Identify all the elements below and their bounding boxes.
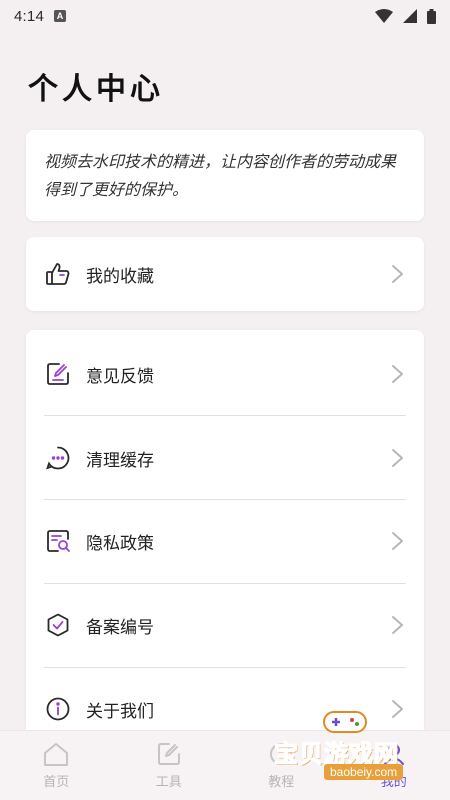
tab-tools[interactable]: 工具 <box>113 731 226 800</box>
menu-item-label: 备案编号 <box>86 617 154 638</box>
chevron-right-icon <box>392 616 403 634</box>
watermark-url: baobeiy.com <box>324 764 404 780</box>
favorites-card: 我的收藏 <box>26 237 424 311</box>
menu-item-label: 隐私政策 <box>86 533 154 554</box>
edit-icon <box>157 743 180 765</box>
menu-row-feedback[interactable]: 意见反馈 <box>26 334 424 414</box>
thumbs-up-icon <box>44 260 72 288</box>
intro-text: 视频去水印技术的精进，让内容创作者的劳动成果得到了更好的保护。 <box>44 152 397 199</box>
page-title: 个人中心 <box>28 72 164 107</box>
battery-icon <box>427 8 436 24</box>
menu-card: 意见反馈 清理缓存 隐私政策 备案编号 关于我们 <box>26 330 424 750</box>
menu-row-record-number[interactable]: 备案编号 <box>26 585 424 665</box>
menu-row-privacy-policy[interactable]: 隐私政策 <box>26 501 424 581</box>
divider <box>44 499 406 500</box>
home-icon <box>44 743 69 766</box>
status-time: 4:14 <box>14 7 44 25</box>
chevron-right-icon <box>392 532 403 550</box>
menu-item-label: 意见反馈 <box>86 366 154 387</box>
info-icon <box>44 695 72 723</box>
tab-label: 首页 <box>43 775 70 790</box>
shield-check-icon <box>44 611 72 639</box>
menu-item-label: 关于我们 <box>86 701 154 722</box>
chevron-right-icon <box>392 265 403 283</box>
favorites-label: 我的收藏 <box>86 266 154 287</box>
chevron-right-icon <box>392 449 403 467</box>
chat-dots-icon <box>44 444 72 472</box>
menu-row-clear-cache[interactable]: 清理缓存 <box>26 418 424 498</box>
notification-icon: A <box>54 10 66 22</box>
edit-square-icon <box>44 360 72 388</box>
tab-label: 工具 <box>155 775 182 790</box>
divider <box>44 583 406 584</box>
status-bar: 4:14 A <box>0 0 450 32</box>
divider <box>44 667 406 668</box>
tab-home[interactable]: 首页 <box>0 731 113 800</box>
divider <box>44 415 406 416</box>
menu-row-favorites[interactable]: 我的收藏 <box>26 234 424 314</box>
chevron-right-icon <box>392 365 403 383</box>
document-search-icon <box>44 527 72 555</box>
signal-icon <box>403 9 417 23</box>
gamepad-icon <box>323 711 367 733</box>
wifi-icon <box>375 9 393 23</box>
menu-item-label: 清理缓存 <box>86 450 154 471</box>
watermark: 宝贝游戏网 baobeiy.com <box>272 706 450 796</box>
intro-card: 视频去水印技术的精进，让内容创作者的劳动成果得到了更好的保护。 <box>26 130 424 221</box>
